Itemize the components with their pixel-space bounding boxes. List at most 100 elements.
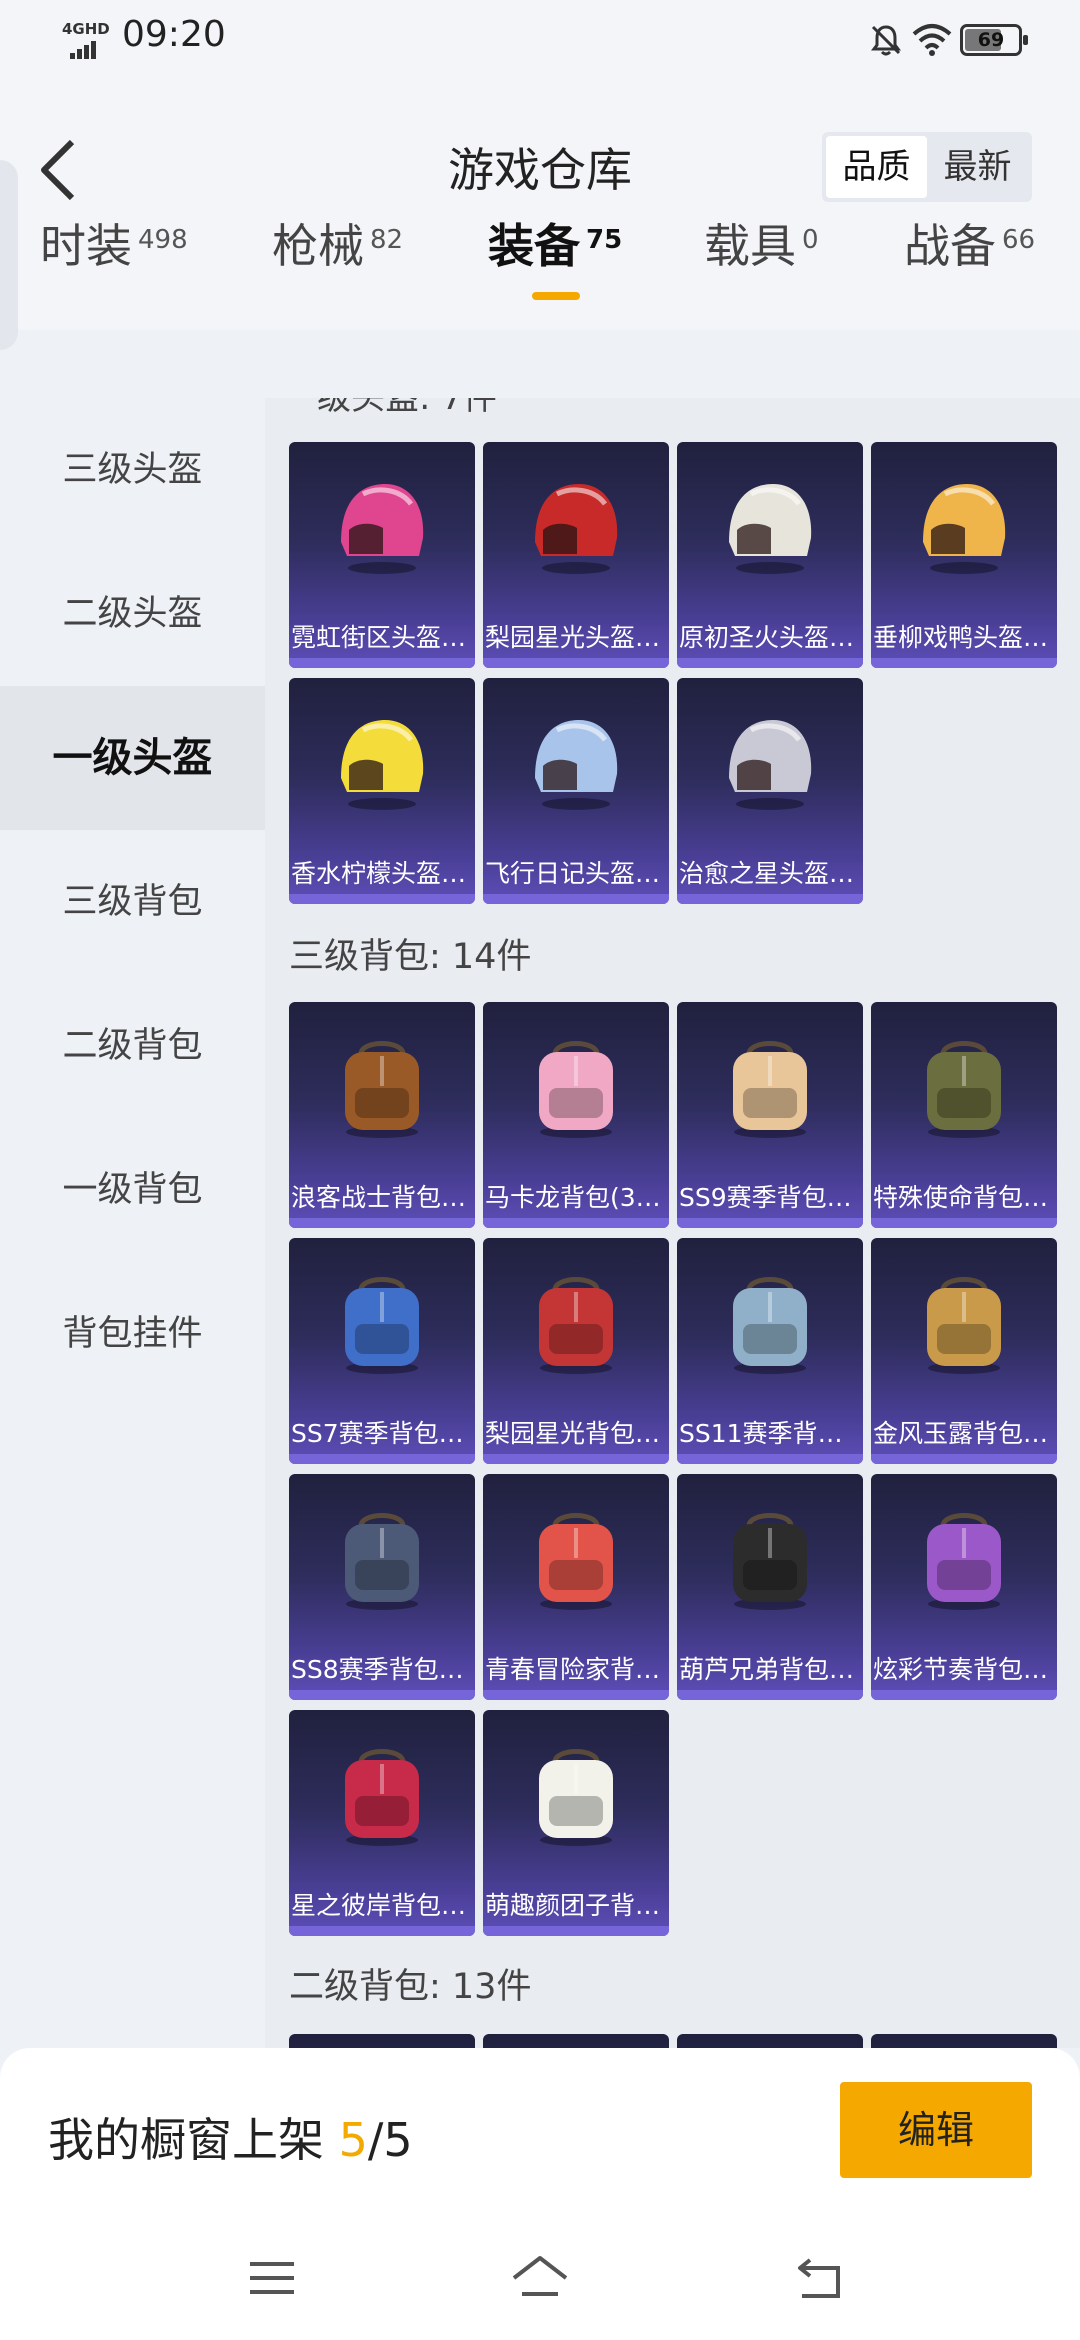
item-card[interactable]: 星之彼岸背包(3…: [289, 1710, 475, 1936]
helmet-icon: [535, 484, 618, 574]
category-tabs: 时装 498 枪械 82 装备 75 载具 0 战备 66: [0, 210, 1080, 310]
item-card[interactable]: 葫芦兄弟背包(3…: [677, 1474, 863, 1700]
quality-stripe: [871, 1454, 1057, 1464]
item-name: 梨园星光头盔(1…: [485, 623, 669, 652]
sidebar-item-backpack-1[interactable]: 一级背包: [0, 1118, 265, 1262]
back-nav-icon[interactable]: [792, 2248, 852, 2308]
quality-stripe: [677, 1690, 863, 1700]
item-name: SS7赛季背包(3…: [291, 1419, 475, 1448]
item-name: 垂柳戏鸭头盔(1…: [873, 623, 1057, 652]
item-card[interactable]: [483, 2034, 669, 2048]
item-card[interactable]: SS11赛季背包(…: [677, 1238, 863, 1464]
item-card[interactable]: 香水柠檬头盔(1…: [289, 678, 475, 904]
backpack-icon: [733, 1513, 807, 1610]
tab-equipment[interactable]: 装备 75: [488, 210, 622, 276]
quality-stripe: [871, 658, 1057, 668]
quality-stripe: [871, 1690, 1057, 1700]
item-name: 金风玉露背包(3…: [873, 1419, 1057, 1448]
sort-toggle[interactable]: 品质 最新: [822, 132, 1032, 202]
tab-firearms[interactable]: 枪械 82: [272, 210, 403, 276]
sort-quality-button[interactable]: 品质: [826, 136, 927, 198]
item-card[interactable]: 青春冒险家背…: [483, 1474, 669, 1700]
item-card[interactable]: 浪客战士背包(3…: [289, 1002, 475, 1228]
bottom-panel: 我的橱窗上架 5/5 编辑: [0, 2048, 1080, 2340]
item-card[interactable]: 原初圣火头盔(1…: [677, 442, 863, 668]
tab-supplies[interactable]: 战备 66: [904, 210, 1035, 276]
tab-vehicles[interactable]: 载具 0: [704, 210, 819, 276]
item-name: 原初圣火头盔(1…: [679, 623, 863, 652]
item-card[interactable]: SS8赛季背包(3…: [289, 1474, 475, 1700]
item-name: 飞行日记头盔(1…: [485, 859, 669, 888]
tab-label: 装备: [488, 219, 580, 273]
item-grid: 级头盔: 7件 三级背包: 14件 二级背包: 13件 霓虹街区头盔(1… 梨园星…: [265, 398, 1080, 2048]
item-card[interactable]: SS7赛季背包(3…: [289, 1238, 475, 1464]
helmet-icon: [729, 484, 812, 574]
tab-label: 时装: [40, 219, 132, 273]
item-card[interactable]: 金风玉露背包(3…: [871, 1238, 1057, 1464]
item-name: 治愈之星头盔(1…: [679, 859, 863, 888]
item-card[interactable]: 治愈之星头盔(1…: [677, 678, 863, 904]
menu-icon[interactable]: [242, 2248, 302, 2308]
quality-stripe: [483, 1690, 669, 1700]
item-card[interactable]: 萌趣颜团子背…: [483, 1710, 669, 1936]
backpack-icon: [927, 1277, 1001, 1374]
item-card[interactable]: [677, 2034, 863, 2048]
helmet-icon: [341, 484, 424, 574]
item-name: 特殊使命背包(3…: [873, 1183, 1057, 1212]
sidebar-item-helmet-3[interactable]: 三级头盔: [0, 398, 265, 542]
item-card[interactable]: [871, 2034, 1057, 2048]
showcase-total: 5: [383, 2113, 413, 2167]
item-name: 浪客战士背包(3…: [291, 1183, 475, 1212]
sidebar-item-helmet-2[interactable]: 二级头盔: [0, 542, 265, 686]
item-card[interactable]: [289, 2034, 475, 2048]
backpack-icon: [539, 1513, 613, 1610]
active-tab-indicator: [532, 292, 580, 300]
backpack-icon: [927, 1041, 1001, 1138]
sort-newest-button[interactable]: 最新: [927, 136, 1028, 198]
item-card[interactable]: 炫彩节奏背包(3…: [871, 1474, 1057, 1700]
item-card[interactable]: 霓虹街区头盔(1…: [289, 442, 475, 668]
quality-stripe: [289, 1926, 475, 1936]
sidebar-item-backpack-charm[interactable]: 背包挂件: [0, 1262, 265, 1406]
sidebar-item-backpack-3[interactable]: 三级背包: [0, 830, 265, 974]
item-name: 炫彩节奏背包(3…: [873, 1655, 1057, 1684]
sidebar-item-backpack-2[interactable]: 二级背包: [0, 974, 265, 1118]
showcase-label: 我的橱窗上架: [48, 2113, 339, 2167]
sidebar-item-helmet-1[interactable]: 一级头盔: [0, 686, 265, 830]
helmet-icon: [341, 720, 424, 810]
item-card[interactable]: 飞行日记头盔(1…: [483, 678, 669, 904]
item-card[interactable]: 垂柳戏鸭头盔(1…: [871, 442, 1057, 668]
item-name: 马卡龙背包(3级): [485, 1183, 669, 1212]
item-card[interactable]: SS9赛季背包(3…: [677, 1002, 863, 1228]
item-card[interactable]: 梨园星光头盔(1…: [483, 442, 669, 668]
item-card[interactable]: 马卡龙背包(3级): [483, 1002, 669, 1228]
edit-button[interactable]: 编辑: [840, 2082, 1032, 2178]
backpack-icon: [345, 1041, 419, 1138]
status-bar: 4GHD 09:20 69: [0, 0, 1080, 80]
quality-stripe: [289, 658, 475, 668]
quality-stripe: [289, 894, 475, 904]
item-name: 香水柠檬头盔(1…: [291, 859, 475, 888]
showcase-status: 我的橱窗上架 5/5: [48, 2104, 413, 2170]
showcase-separator: /: [367, 2113, 384, 2167]
helmet-icon: [923, 484, 1006, 574]
section-heading: 级头盔: 7件: [317, 398, 497, 418]
tab-count: 0: [802, 225, 819, 255]
item-name: 梨园星光背包(3…: [485, 1419, 669, 1448]
item-card[interactable]: 特殊使命背包(3…: [871, 1002, 1057, 1228]
item-name: SS11赛季背包(…: [679, 1419, 863, 1448]
section-heading: 二级背包: 13件: [289, 1967, 532, 2007]
home-icon[interactable]: [510, 2248, 570, 2308]
item-name: 萌趣颜团子背…: [485, 1891, 661, 1920]
backpack-icon: [345, 1513, 419, 1610]
tab-count: 75: [586, 225, 623, 255]
backpack-icon: [539, 1041, 613, 1138]
item-card[interactable]: 梨园星光背包(3…: [483, 1238, 669, 1464]
tab-count: 66: [1002, 225, 1036, 255]
tab-fashion[interactable]: 时装 498: [40, 210, 188, 276]
category-sidebar: 三级头盔 二级头盔 一级头盔 三级背包 二级背包 一级背包 背包挂件: [0, 398, 265, 2048]
backpack-icon: [345, 1749, 419, 1846]
tab-label: 载具: [704, 219, 796, 273]
quality-stripe: [871, 1218, 1057, 1228]
backpack-icon: [539, 1749, 613, 1846]
